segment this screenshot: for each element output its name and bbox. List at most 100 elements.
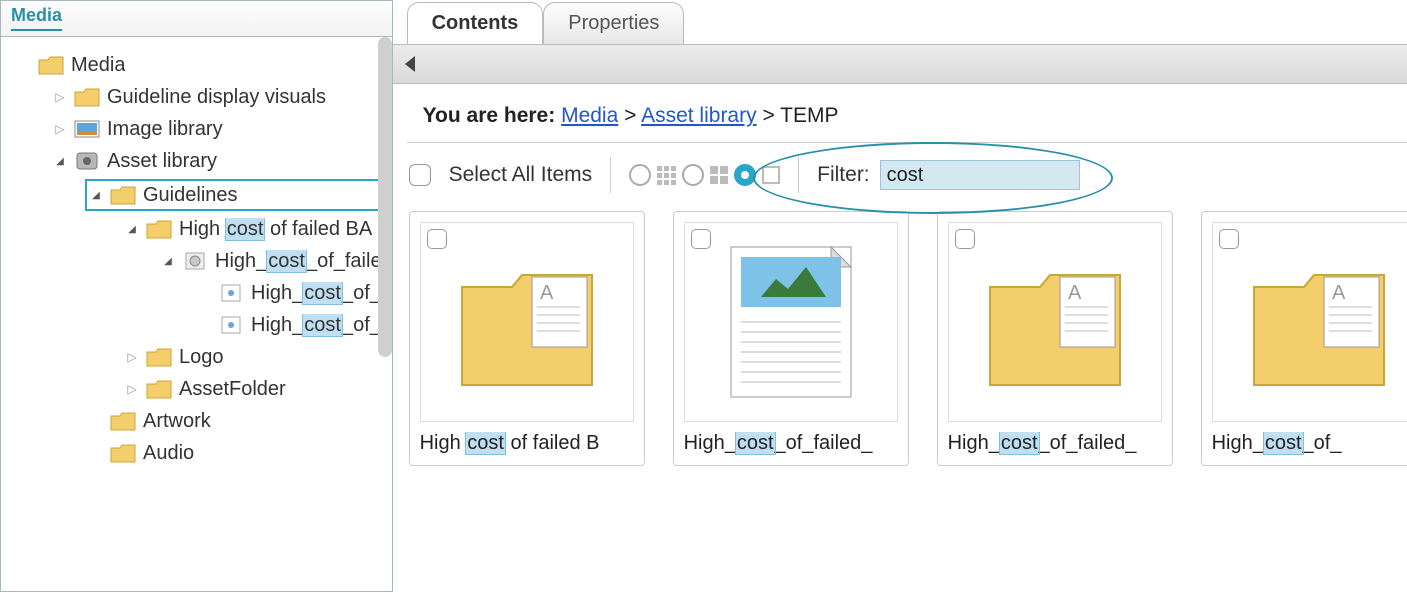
view-large-grid-radio[interactable] [682,164,704,186]
folder-icon [145,217,173,241]
tab-contents[interactable]: Contents [407,2,544,44]
sidebar-tab-media[interactable]: Media [1,1,392,37]
breadcrumb-current: TEMP [780,104,838,127]
image-library-icon [73,117,101,141]
small-grid-icon [657,166,676,185]
tree-label: Media [71,54,125,77]
breadcrumb: You are here: Media > Asset library > TE… [407,84,1407,143]
expand-icon[interactable] [125,350,139,364]
tree-node-guideline-visuals[interactable]: Guideline display visuals [49,83,386,111]
tree-label: High_cost_of_faile [215,250,382,273]
card-caption: High cost of failed B [420,432,634,455]
sidebar-scrollbar[interactable] [378,37,392,357]
breadcrumb-prefix: You are here: [423,104,562,127]
collapse-icon[interactable] [161,254,175,268]
view-small-grid-radio[interactable] [629,164,651,186]
breadcrumb-media[interactable]: Media [561,104,618,127]
asset-card[interactable]: A High_cost_of_ [1201,211,1407,466]
collapse-icon[interactable] [125,222,139,236]
tree-node-assetfolder[interactable]: AssetFolder [121,375,386,403]
item-grid: A High cost of failed B High_cost_of_fai… [393,207,1407,470]
select-all-label: Select All Items [449,163,593,187]
tree-label: High cost of failed BA [179,218,372,241]
file-icon [217,313,245,337]
tree-node-high-cost-of-1[interactable]: High_cost_of_ [193,279,386,307]
tree-label: High_cost_of_ [251,314,381,337]
view-controls [629,164,780,186]
breadcrumb-sep: > [762,104,780,127]
tree-label: AssetFolder [179,378,286,401]
filter-group: Filter: [817,160,1080,190]
tree-node-logo[interactable]: Logo [121,343,386,371]
asset-card[interactable]: High_cost_of_failed_ [673,211,909,466]
thumbnail: A [1212,222,1407,422]
breadcrumb-sep: > [624,104,641,127]
tree-node-image-library[interactable]: Image library [49,115,386,143]
sub-toolbar [393,44,1407,84]
globe-icon [181,249,209,273]
main-panel: Contents Properties You are here: Media … [393,0,1407,592]
card-checkbox[interactable] [955,229,975,249]
tree-label: Guidelines [143,184,238,207]
image-doc-icon [726,242,856,402]
folder-icon [109,441,137,465]
collapse-icon[interactable] [53,154,67,168]
tree-label: Image library [107,118,223,141]
tree-node-guidelines[interactable]: Guidelines [85,179,386,211]
thumbnail [684,222,898,422]
view-selected-radio[interactable] [734,164,756,186]
folder-icon [145,377,173,401]
asset-card[interactable]: A High_cost_of_failed_ [937,211,1173,466]
folder-icon [109,183,137,207]
card-caption: High_cost_of_failed_ [684,432,898,455]
folder-icon [37,53,65,77]
tree-label: High_cost_of_ [251,282,381,305]
card-caption: High_cost_of_ [1212,432,1407,455]
tab-properties[interactable]: Properties [543,2,684,44]
tree-node-high-cost-ba[interactable]: High cost of failed BA [121,215,386,243]
tab-bar: Contents Properties [407,0,1407,44]
large-grid-icon [710,166,728,184]
sidebar: Media Media Guideline display visuals [0,0,393,592]
svg-text:A: A [540,282,554,304]
tree-node-media[interactable]: Media [13,51,386,79]
separator [610,157,611,193]
expand-icon[interactable] [53,122,67,136]
folder-tree: Media Guideline display visuals Image li… [1,37,392,481]
single-view-icon [762,166,780,184]
asset-card[interactable]: A High cost of failed B [409,211,645,466]
tree-label: Asset library [107,150,217,173]
tree-label: Logo [179,346,224,369]
card-checkbox[interactable] [691,229,711,249]
asset-library-icon [73,149,101,173]
card-checkbox[interactable] [427,229,447,249]
card-checkbox[interactable] [1219,229,1239,249]
content-toolbar: Select All Items Filter: [393,143,1407,207]
filter-input[interactable] [880,160,1080,190]
expand-icon[interactable] [125,382,139,396]
thumbnail: A [948,222,1162,422]
svg-text:A: A [1332,282,1346,304]
thumbnail: A [420,222,634,422]
folder-doc-icon: A [1244,247,1394,397]
select-all-checkbox[interactable] [409,164,431,186]
card-caption: High_cost_of_failed_ [948,432,1162,455]
file-icon [217,281,245,305]
tree-node-asset-library[interactable]: Asset library [49,147,386,175]
tree-node-artwork[interactable]: Artwork [85,407,386,435]
tree-node-audio[interactable]: Audio [85,439,386,467]
tree-node-high-cost-faile[interactable]: High_cost_of_faile [157,247,386,275]
filter-label: Filter: [817,163,870,187]
svg-text:A: A [1068,282,1082,304]
breadcrumb-asset-library[interactable]: Asset library [641,104,757,127]
tree-node-high-cost-of-2[interactable]: High_cost_of_ [193,311,386,339]
back-icon[interactable] [405,56,415,72]
expand-icon[interactable] [53,90,67,104]
folder-icon [145,345,173,369]
folder-doc-icon: A [452,247,602,397]
tree-label: Guideline display visuals [107,86,326,109]
tree-label: Audio [143,442,194,465]
separator [798,157,799,193]
tree-label: Artwork [143,410,211,433]
collapse-icon[interactable] [89,188,103,202]
